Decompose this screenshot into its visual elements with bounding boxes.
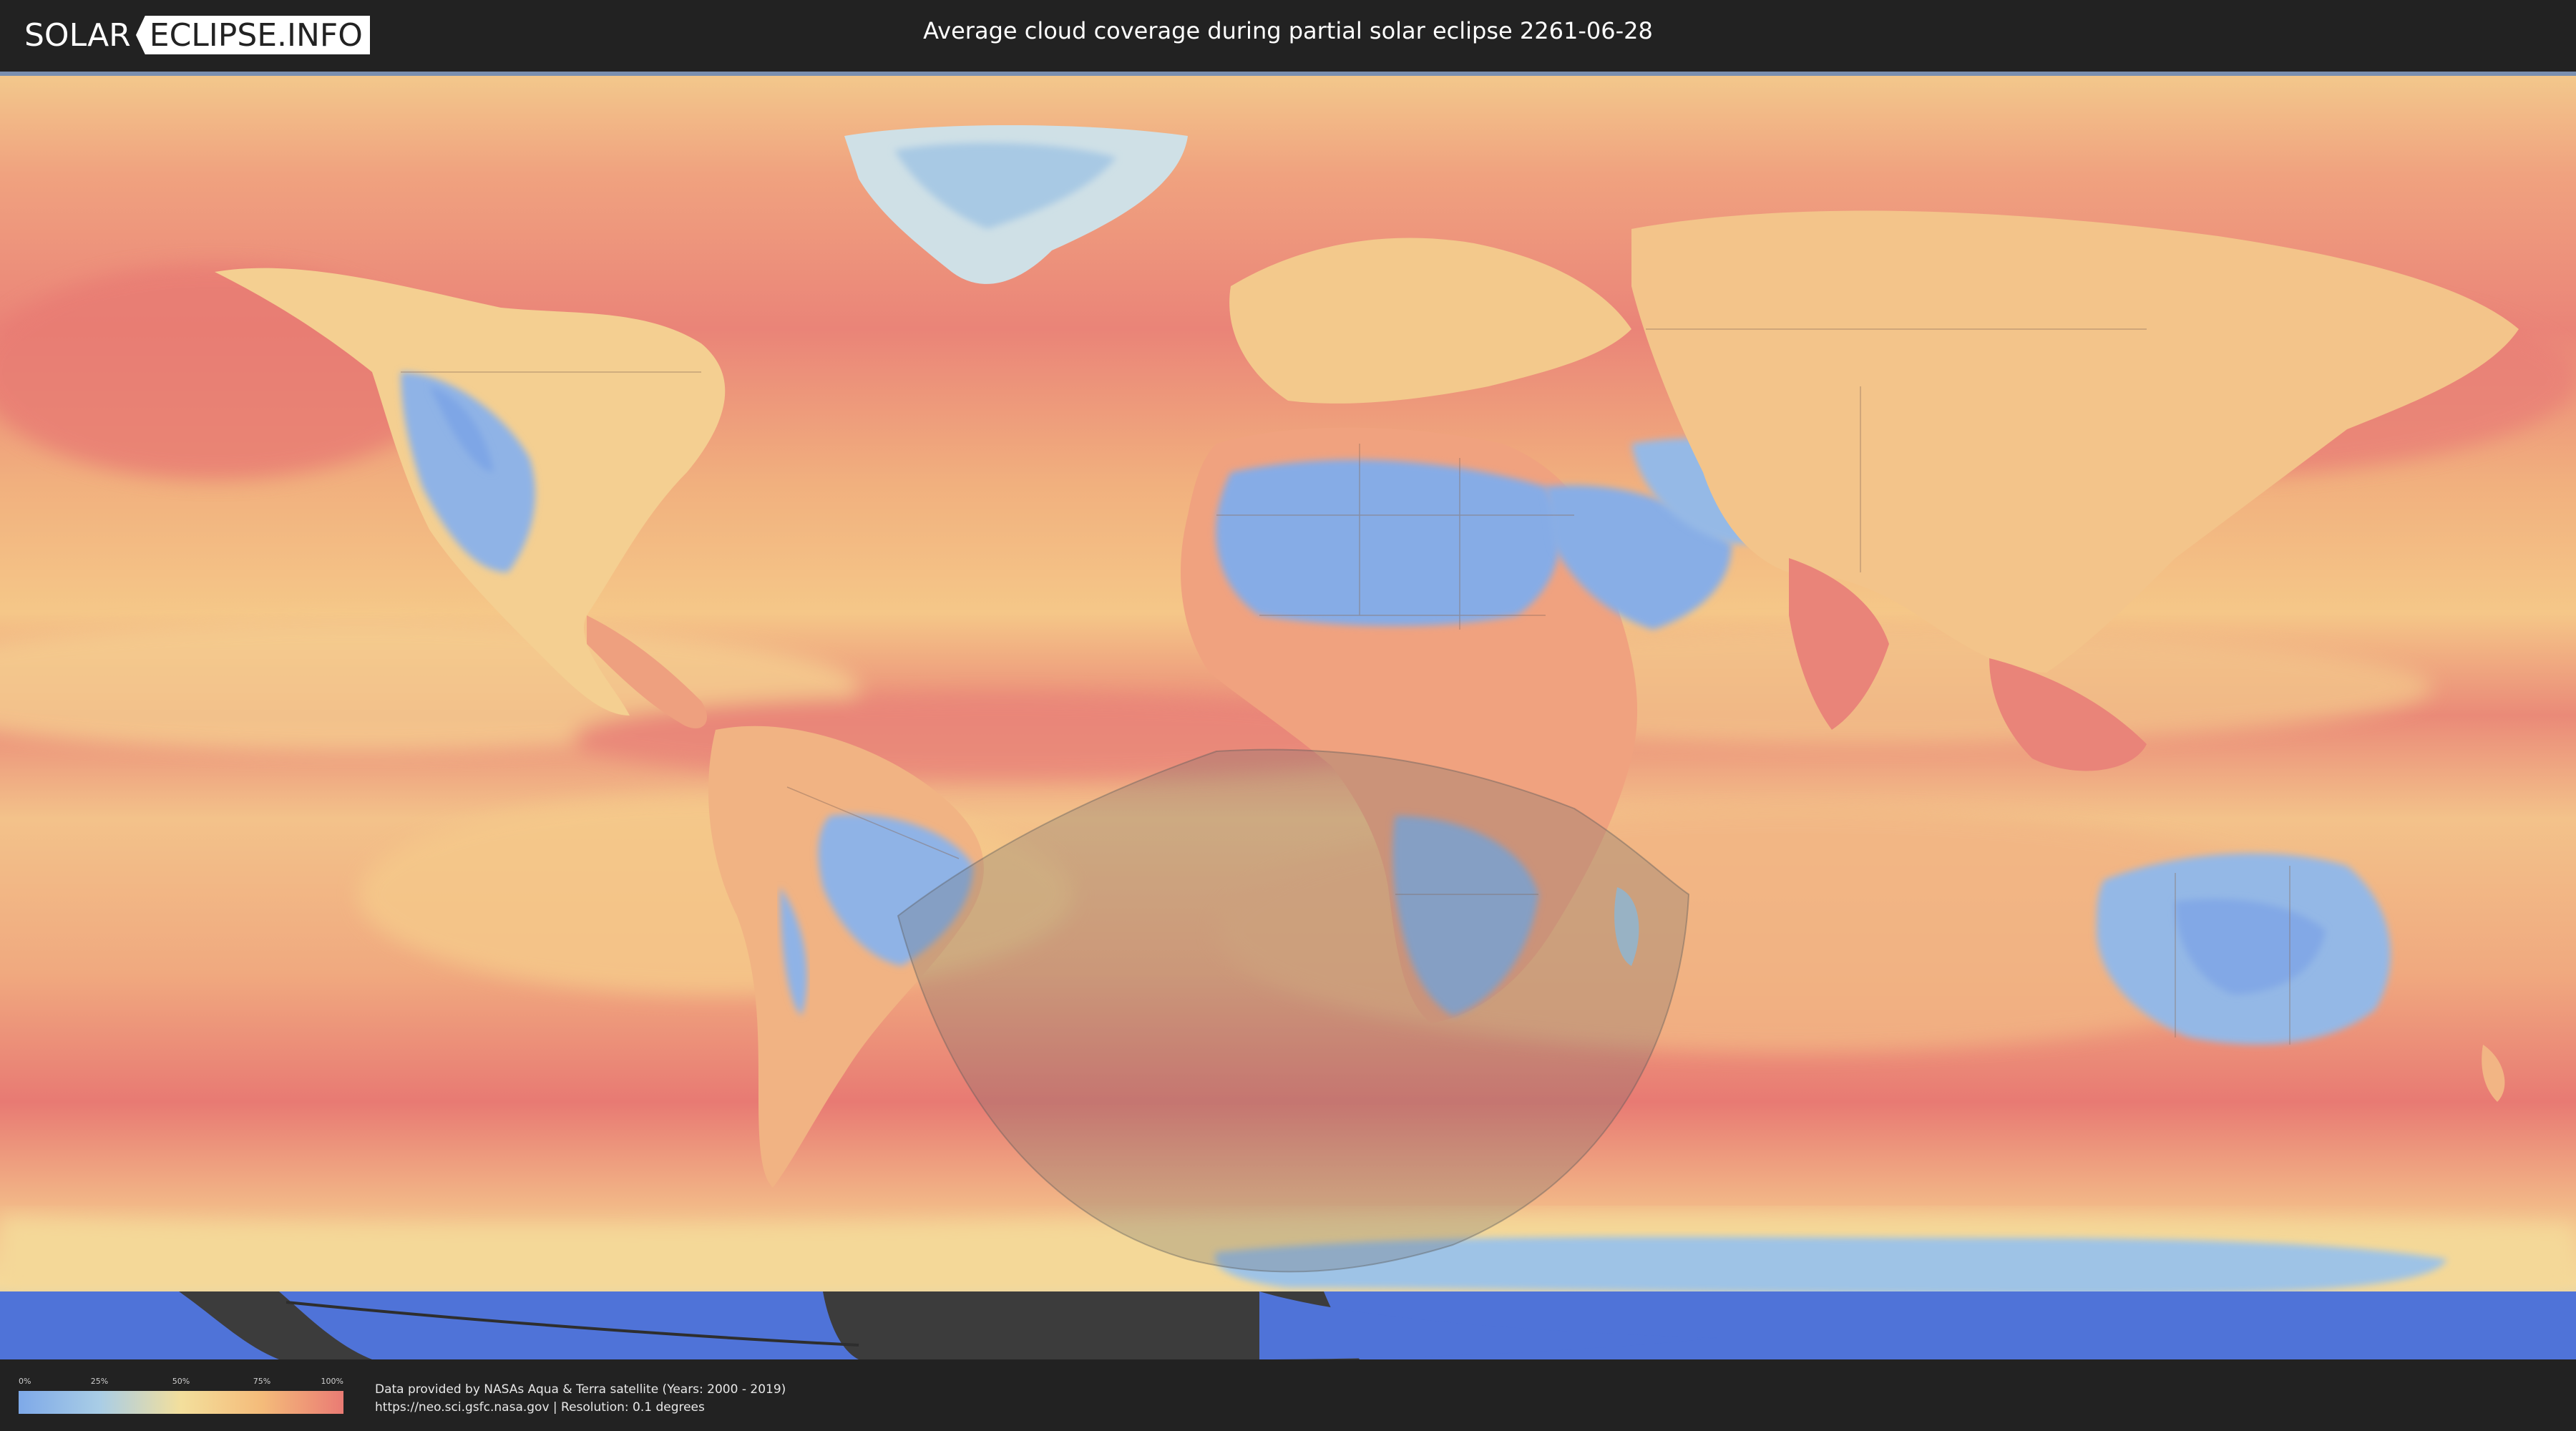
legend-tick-50: 50%	[172, 1377, 190, 1386]
legend-ticks: 0% 25% 50% 75% 100%	[19, 1377, 343, 1387]
credits-line-1: Data provided by NASAs Aqua & Terra sate…	[375, 1382, 786, 1397]
world-map-svg	[0, 72, 2576, 1359]
sahara	[1216, 459, 1561, 626]
credits-line-2: https://neo.sci.gsfc.nasa.gov | Resoluti…	[375, 1400, 705, 1415]
map-top-border	[0, 72, 2576, 76]
cloud-coverage-legend: 0% 25% 50% 75% 100%	[19, 1377, 343, 1414]
page-title: Average cloud coverage during partial so…	[923, 17, 1653, 44]
legend-tick-75: 75%	[253, 1377, 271, 1386]
legend-tick-0: 0%	[19, 1377, 31, 1386]
legend-tick-25: 25%	[90, 1377, 109, 1386]
data-credits: Data provided by NASAs Aqua & Terra sate…	[375, 1381, 786, 1417]
header-bar: SOLAR ECLIPSE.INFO Average cloud coverag…	[0, 0, 2576, 72]
legend-tick-100: 100%	[321, 1377, 343, 1386]
cloud-coverage-map[interactable]	[0, 72, 2576, 1359]
footer-bar: 0% 25% 50% 75% 100% Data provided by NAS…	[0, 1359, 2576, 1431]
legend-color-bar	[19, 1391, 343, 1414]
